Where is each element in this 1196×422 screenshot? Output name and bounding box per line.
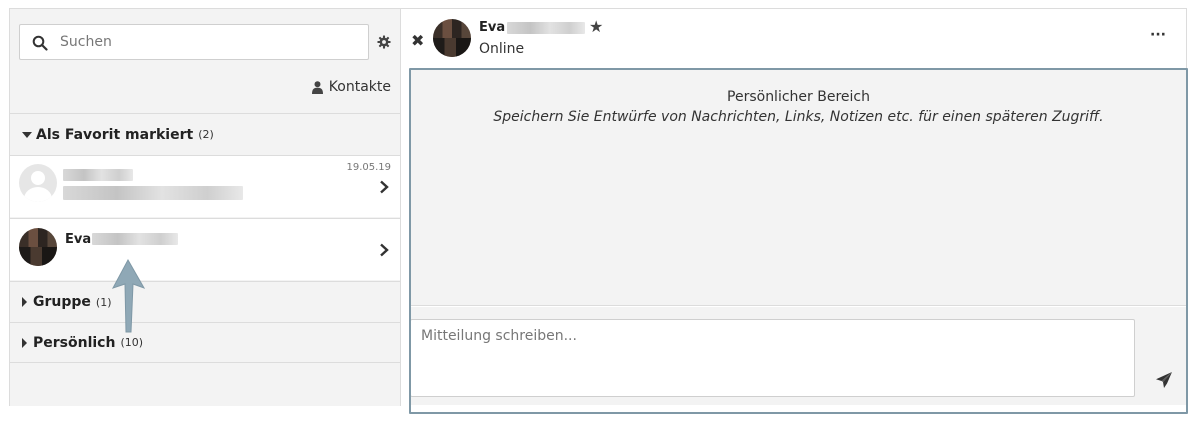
conversation-row[interactable]: 19.05.19	[10, 155, 400, 217]
contacts-label: Kontakte	[328, 79, 391, 95]
section-group[interactable]: Gruppe (1)	[10, 281, 400, 322]
info-title: Persönlicher Bereich	[727, 89, 870, 105]
gear-icon[interactable]	[377, 35, 391, 49]
redacted-message	[63, 186, 243, 200]
section-personal-count: (10)	[120, 336, 144, 349]
section-favorites-label: Als Favorit markiert	[36, 126, 194, 143]
message-date: 19.05.19	[346, 162, 391, 173]
avatar	[19, 164, 57, 202]
message-area: Persönlicher Bereich Speichern Sie Entwü…	[410, 69, 1187, 306]
compose-area	[410, 307, 1187, 405]
contact-status: Online	[479, 41, 525, 57]
redacted-name	[63, 169, 133, 181]
contact-name: Eva	[479, 20, 506, 35]
search-input[interactable]	[60, 25, 360, 59]
section-favorites[interactable]: Als Favorit markiert (2)	[10, 113, 400, 155]
contact-name: Eva	[65, 232, 92, 247]
contacts-drawer: Kontakte Als Favorit markiert (2) 19.05.…	[9, 8, 401, 406]
conversation-panel: ✖ Eva ★ Online ··· Persönlicher Bereich …	[401, 8, 1187, 406]
star-icon: ★	[589, 17, 604, 36]
avatar	[19, 228, 57, 266]
caret-right-icon	[22, 297, 27, 307]
conversation-row[interactable]: Eva	[10, 218, 400, 280]
redacted-surname	[92, 233, 178, 245]
caret-down-icon	[22, 131, 32, 138]
section-group-label: Gruppe	[33, 294, 91, 310]
section-personal-label: Persönlich	[33, 334, 116, 351]
close-icon[interactable]: ✖	[411, 31, 424, 50]
caret-right-icon	[22, 337, 27, 348]
annotation-arrow-icon	[111, 258, 146, 333]
more-options-button[interactable]: ···	[1150, 27, 1166, 43]
user-icon	[311, 80, 323, 94]
contacts-link[interactable]: Kontakte	[311, 79, 391, 95]
search-icon	[32, 35, 48, 51]
info-text: Speichern Sie Entwürfe von Nachrichten, …	[493, 109, 1104, 125]
search-box[interactable]	[19, 24, 369, 60]
section-personal[interactable]: Persönlich (10)	[10, 322, 400, 363]
message-input[interactable]	[410, 319, 1135, 397]
chevron-right-icon	[380, 180, 389, 194]
redacted-surname	[507, 22, 585, 34]
avatar	[433, 19, 471, 57]
paper-plane-icon[interactable]	[1155, 371, 1173, 389]
chevron-right-icon	[380, 243, 389, 257]
section-favorites-count: (2)	[198, 128, 214, 141]
